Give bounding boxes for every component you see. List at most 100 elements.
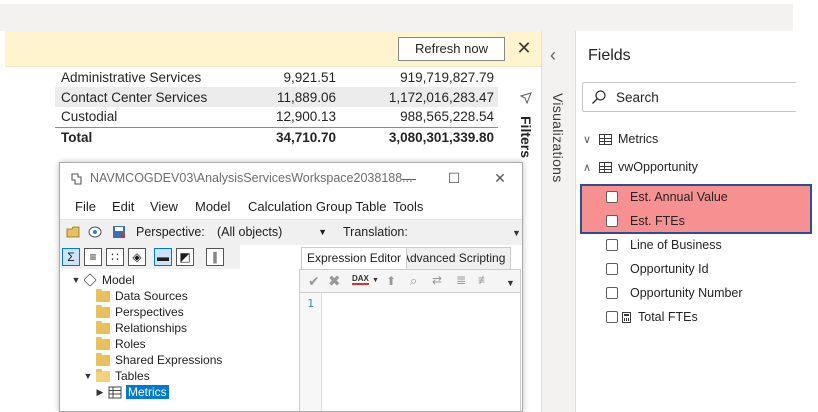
tree-node-perspectives[interactable]: Perspectives xyxy=(96,304,184,320)
folder-icon xyxy=(96,304,110,318)
total-value: 3,080,301,339.80 xyxy=(340,126,498,148)
chevron-left-icon[interactable]: ‹ xyxy=(550,45,556,66)
close-icon[interactable]: ✕ xyxy=(488,167,512,189)
chevron-down-icon[interactable]: ∨ xyxy=(580,133,594,146)
maximize-icon[interactable]: ☐ xyxy=(442,167,466,189)
menu-edit[interactable]: Edit xyxy=(112,199,134,214)
open-folder-icon[interactable] xyxy=(66,224,82,240)
main-toolbar: Perspective: (All objects) ▼ Translation… xyxy=(60,219,522,245)
field-label: Est. Annual Value xyxy=(630,190,728,204)
menu-tools[interactable]: Tools xyxy=(393,199,423,214)
tab-expression-editor[interactable]: Expression Editor xyxy=(301,247,408,269)
tree-node-relationships[interactable]: Relationships xyxy=(96,320,187,336)
connect-icon[interactable] xyxy=(87,224,103,240)
field-label: Total FTEs xyxy=(638,310,698,324)
table-icon xyxy=(599,161,612,173)
close-icon[interactable]: ✕ xyxy=(514,37,534,61)
search-icon xyxy=(592,90,606,104)
field-checkbox[interactable] xyxy=(606,191,618,203)
total-name: Total xyxy=(55,126,255,148)
perspective-value: (All objects) xyxy=(217,225,283,239)
total-count: 34,710.70 xyxy=(255,126,340,148)
menu-file[interactable]: File xyxy=(75,199,96,214)
field-item-opportunity-number[interactable]: Opportunity Number xyxy=(606,281,743,305)
field-checkbox[interactable] xyxy=(606,239,618,251)
row-name: Administrative Services xyxy=(61,69,202,85)
tree-node-tables[interactable]: ▼ Tables xyxy=(82,368,150,384)
tree-label: Model xyxy=(102,273,135,287)
field-checkbox[interactable] xyxy=(606,287,618,299)
visualizations-label[interactable]: Visualizations xyxy=(550,93,566,183)
menu-calculation-group-table[interactable]: Calculation Group Table xyxy=(248,199,387,214)
field-item-est-annual-value[interactable]: Est. Annual Value xyxy=(606,185,728,209)
filters-pane-collapsed[interactable]: Filters xyxy=(510,88,541,168)
tabular-editor-window: NAVMCOGDEV03\AnalysisServicesWorkspace20… xyxy=(59,162,523,412)
comment-icon[interactable]: ≣ xyxy=(456,273,466,287)
tree-node-metrics[interactable]: ▶ Metrics xyxy=(94,384,169,400)
cube-icon[interactable]: ◈ xyxy=(128,248,146,266)
fields-search-box[interactable] xyxy=(582,82,796,112)
fields-title: Fields xyxy=(588,47,631,64)
editor-toolbar: ✔ ✖ DAX ▼ ⬆ ⌕ ⇄ ≣ ≢ ▼ xyxy=(299,269,521,293)
field-checkbox[interactable] xyxy=(606,311,618,323)
menu-view[interactable]: View xyxy=(150,199,178,214)
perspective-select[interactable]: (All objects) ▼ xyxy=(214,223,332,242)
expand-down-icon[interactable]: ▼ xyxy=(70,275,82,285)
window-title: NAVMCOGDEV03\AnalysisServicesWorkspace20… xyxy=(90,171,413,185)
expand-down-icon[interactable]: ▼ xyxy=(82,371,94,381)
visualizations-pane-collapsed[interactable]: ‹ Visualizations xyxy=(542,31,575,412)
row-value: 988,565,228.54 xyxy=(400,109,494,125)
expand-right-icon[interactable]: ▶ xyxy=(94,387,106,398)
menu-model[interactable]: Model xyxy=(195,199,230,214)
dax-format-icon[interactable]: DAX xyxy=(352,274,369,285)
filters-label[interactable]: Filters xyxy=(518,116,534,158)
minimize-icon[interactable]: — xyxy=(397,167,421,189)
uncomment-icon[interactable]: ≢ xyxy=(478,273,490,287)
column-icon[interactable]: ≡ xyxy=(84,248,102,266)
chevron-up-icon[interactable]: ∧ xyxy=(580,161,594,174)
save-icon[interactable] xyxy=(111,224,127,240)
tree-node-model[interactable]: ▼ Model xyxy=(70,272,135,288)
refresh-now-button[interactable]: Refresh now xyxy=(398,37,505,61)
field-checkbox[interactable] xyxy=(606,263,618,275)
tab-advanced-scripting[interactable]: Advanced Scripting xyxy=(396,247,512,269)
table-name: Metrics xyxy=(618,132,659,146)
cancel-icon[interactable]: ✖ xyxy=(328,272,341,290)
field-item-line-of-business[interactable]: Line of Business xyxy=(606,233,722,257)
field-label: Opportunity Number xyxy=(630,286,743,300)
folder-open-icon xyxy=(96,368,110,382)
table-node-metrics[interactable]: ∨ Metrics xyxy=(580,127,658,151)
display-folder-icon[interactable]: ▬ xyxy=(154,248,172,266)
tree-node-shared-expressions[interactable]: Shared Expressions xyxy=(96,352,222,368)
search-input[interactable] xyxy=(616,88,786,106)
tree-node-data-sources[interactable]: Data Sources xyxy=(96,288,188,304)
field-item-opportunity-id[interactable]: Opportunity Id xyxy=(606,257,709,281)
field-item-total-ftes[interactable]: Total FTEs xyxy=(606,305,698,329)
find-icon[interactable]: ⌕ xyxy=(410,273,417,289)
expression-code-area[interactable]: 1 xyxy=(299,293,521,411)
overflow-arrow-icon[interactable]: ▼ xyxy=(512,228,521,238)
dropdown-arrow-icon[interactable]: ▼ xyxy=(372,277,379,284)
dependencies-icon[interactable]: ⬆ xyxy=(386,274,396,288)
table-icon xyxy=(108,386,122,398)
check-icon[interactable]: ✔ xyxy=(308,273,320,290)
window-titlebar[interactable]: NAVMCOGDEV03\AnalysisServicesWorkspace20… xyxy=(60,163,522,194)
refresh-notification-bar: Refresh now ✕ xyxy=(5,31,541,67)
folder-icon xyxy=(96,320,110,334)
tree-label: Tables xyxy=(115,369,150,383)
hierarchy-icon[interactable]: ∷ xyxy=(106,248,124,266)
field-checkbox[interactable] xyxy=(606,215,618,227)
table-row: Custodial 12,900.13 988,565,228.54 xyxy=(55,107,498,127)
field-item-est-ftes[interactable]: Est. FTEs xyxy=(606,209,685,233)
tree-node-roles[interactable]: Roles xyxy=(96,336,146,352)
editor-panel: Expression Editor Advanced Scripting ✔ ✖… xyxy=(299,245,521,411)
columns-view-icon[interactable]: ∥ xyxy=(206,248,224,266)
folder-icon xyxy=(96,288,110,302)
sigma-icon[interactable]: Σ xyxy=(62,248,80,266)
hidden-objects-icon[interactable]: ◩ xyxy=(176,248,194,266)
replace-icon[interactable]: ⇄ xyxy=(432,273,442,287)
model-icon xyxy=(83,273,97,287)
tree-toolbar: Σ ≡ ∷ ◈ ▬ ◩ ∥ xyxy=(60,245,240,269)
overflow-arrow-icon[interactable]: ▼ xyxy=(506,278,515,288)
table-node-vwopportunity[interactable]: ∧ vwOpportunity xyxy=(580,155,698,179)
